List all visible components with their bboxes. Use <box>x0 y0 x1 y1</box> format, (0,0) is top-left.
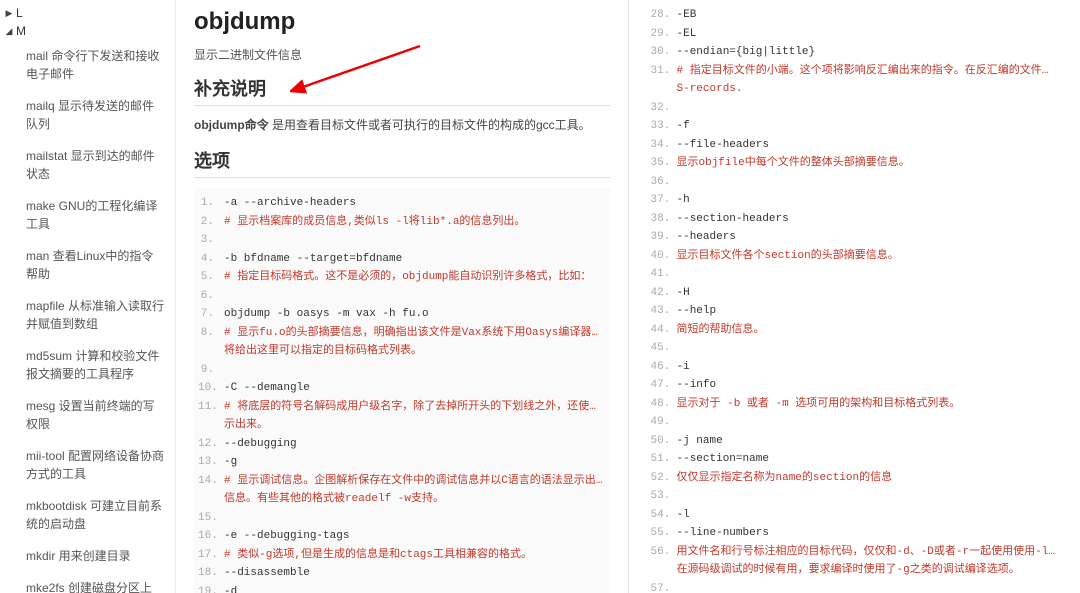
code-line: 52.仅仅显示指定名称为name的section的信息 <box>651 469 1059 488</box>
article-right: 28.-EB29.-EL30.--endian={big|little}31.#… <box>629 0 1080 593</box>
sidebar-item[interactable]: mke2fs 创建磁盘分区上的"etc2/etc3"文件系统 <box>24 572 167 593</box>
code-line: 41. <box>651 265 1059 284</box>
code-line: 30.--endian={big|little} <box>651 43 1059 62</box>
code-line: 57. <box>651 580 1059 593</box>
code-line: 16.-e --debugging-tags <box>198 527 606 546</box>
code-line: 40.显示目标文件各个section的头部摘要信息。 <box>651 247 1059 266</box>
code-line: 8.# 显示fu.o的头部摘要信息，明确指出该文件是Vax系统下用Oasys编译… <box>198 324 606 343</box>
sidebar-nav: ▶ L ◢ M mail 命令行下发送和接收电子邮件mailq 显示待发送的邮件… <box>0 0 176 593</box>
code-line: 32. <box>651 99 1059 118</box>
code-line: 17.# 类似-g选项,但是生成的信息是和ctags工具相兼容的格式。 <box>198 546 606 565</box>
code-line: 19.-d <box>198 583 606 593</box>
code-line: 33.-f <box>651 117 1059 136</box>
code-line: 44.简短的帮助信息。 <box>651 321 1059 340</box>
sidebar-item[interactable]: mail 命令行下发送和接收电子邮件 <box>24 40 167 90</box>
code-line: 2.# 显示档案库的成员信息,类似ls -l将lib*.a的信息列出。 <box>198 213 606 232</box>
sidebar-item[interactable]: make GNU的工程化编译工具 <box>24 190 167 240</box>
sidebar-item[interactable]: md5sum 计算和校验文件报文摘要的工具程序 <box>24 340 167 390</box>
code-line: 将给出这里可以指定的目标码格式列表。 <box>198 342 606 361</box>
sidebar-item[interactable]: mapfile 从标准输入读取行并赋值到数组 <box>24 290 167 340</box>
category-label: L <box>16 6 23 20</box>
sidebar-item[interactable]: man 查看Linux中的指令帮助 <box>24 240 167 290</box>
code-line: 5.# 指定目标码格式。这不是必须的，objdump能自动识别许多格式，比如： <box>198 268 606 287</box>
code-line: 50.-j name <box>651 432 1059 451</box>
code-line: 38.--section-headers <box>651 210 1059 229</box>
sidebar-item[interactable]: mesg 设置当前终端的写权限 <box>24 390 167 440</box>
code-line: 在源码级调试的时候有用，要求编译时使用了-g之类的调试编译选项。 <box>651 561 1059 580</box>
code-line: 信息。有些其他的格式被readelf -w支持。 <box>198 490 606 509</box>
category-M[interactable]: ◢ M <box>0 22 167 40</box>
code-line: 34.--file-headers <box>651 136 1059 155</box>
code-line: 56.用文件名和行号标注相应的目标代码，仅仅和-d、-D或者-r一起使用使用-l… <box>651 543 1059 562</box>
code-line: 15. <box>198 509 606 528</box>
code-line: 48.显示对于 -b 或者 -m 选项可用的架构和目标格式列表。 <box>651 395 1059 414</box>
options-code-block: 1.-a --archive-headers2.# 显示档案库的成员信息,类似l… <box>194 188 610 593</box>
code-line: 9. <box>198 361 606 380</box>
code-line: 28.-EB <box>651 6 1059 25</box>
cmd-bold: objdump命令 <box>194 118 272 132</box>
sidebar-item[interactable]: mii-tool 配置网络设备协商方式的工具 <box>24 440 167 490</box>
code-line: 43.--help <box>651 302 1059 321</box>
code-line: 46.-i <box>651 358 1059 377</box>
code-line: 42.-H <box>651 284 1059 303</box>
code-line: 3. <box>198 231 606 250</box>
code-line: 31.# 指定目标文件的小端。这个项将影响反汇编出来的指令。在反汇编的文件没描述… <box>651 62 1059 81</box>
code-line: 55.--line-numbers <box>651 524 1059 543</box>
code-line: 18.--disassemble <box>198 564 606 583</box>
code-line: 51.--section=name <box>651 450 1059 469</box>
page-subtitle: 显示二进制文件信息 <box>194 46 610 63</box>
code-line: 53. <box>651 487 1059 506</box>
options-heading: 选项 <box>194 147 610 178</box>
code-line: 36. <box>651 173 1059 192</box>
code-line: 39.--headers <box>651 228 1059 247</box>
code-line: 37.-h <box>651 191 1059 210</box>
code-line: 11.# 将底层的符号名解码成用户级名字，除了去掉所开头的下划线之外，还使得C+… <box>198 398 606 417</box>
sidebar-item[interactable]: mailq 显示待发送的邮件队列 <box>24 90 167 140</box>
supplement-heading: 补充说明 <box>194 75 610 106</box>
code-line: 4.-b bfdname --target=bfdname <box>198 250 606 269</box>
category-label: M <box>16 24 26 38</box>
sidebar-item[interactable]: mkbootdisk 可建立目前系统的启动盘 <box>24 490 167 540</box>
code-line: 1.-a --archive-headers <box>198 194 606 213</box>
article-left: objdump 显示二进制文件信息 补充说明 objdump命令 是用查看目标文… <box>176 0 629 593</box>
code-line: S-records. <box>651 80 1059 99</box>
page-title: objdump <box>194 8 610 36</box>
code-line: 49. <box>651 413 1059 432</box>
sidebar-item[interactable]: mkdir 用来创建目录 <box>24 540 167 572</box>
code-line: 7.objdump -b oasys -m vax -h fu.o <box>198 305 606 324</box>
code-line: 12.--debugging <box>198 435 606 454</box>
code-line: 29.-EL <box>651 25 1059 44</box>
supplement-text: objdump命令 是用查看目标文件或者可执行的目标文件的构成的gcc工具。 <box>194 116 610 135</box>
category-L[interactable]: ▶ L <box>0 4 167 22</box>
code-line: 6. <box>198 287 606 306</box>
code-line: 14.# 显示调试信息。企图解析保存在文件中的调试信息并以C语言的语法显示出来。… <box>198 472 606 491</box>
code-line: 45. <box>651 339 1059 358</box>
chevron-right-icon: ▶ <box>4 8 14 19</box>
options-code-block-cont: 28.-EB29.-EL30.--endian={big|little}31.#… <box>647 0 1063 593</box>
sidebar-item[interactable]: mailstat 显示到达的邮件状态 <box>24 140 167 190</box>
code-line: 10.-C --demangle <box>198 379 606 398</box>
code-line: 35.显示objfile中每个文件的整体头部摘要信息。 <box>651 154 1059 173</box>
code-line: 54.-l <box>651 506 1059 525</box>
code-line: 示出来。 <box>198 416 606 435</box>
chevron-down-icon: ◢ <box>4 26 14 37</box>
code-line: 47.--info <box>651 376 1059 395</box>
code-line: 13.-g <box>198 453 606 472</box>
